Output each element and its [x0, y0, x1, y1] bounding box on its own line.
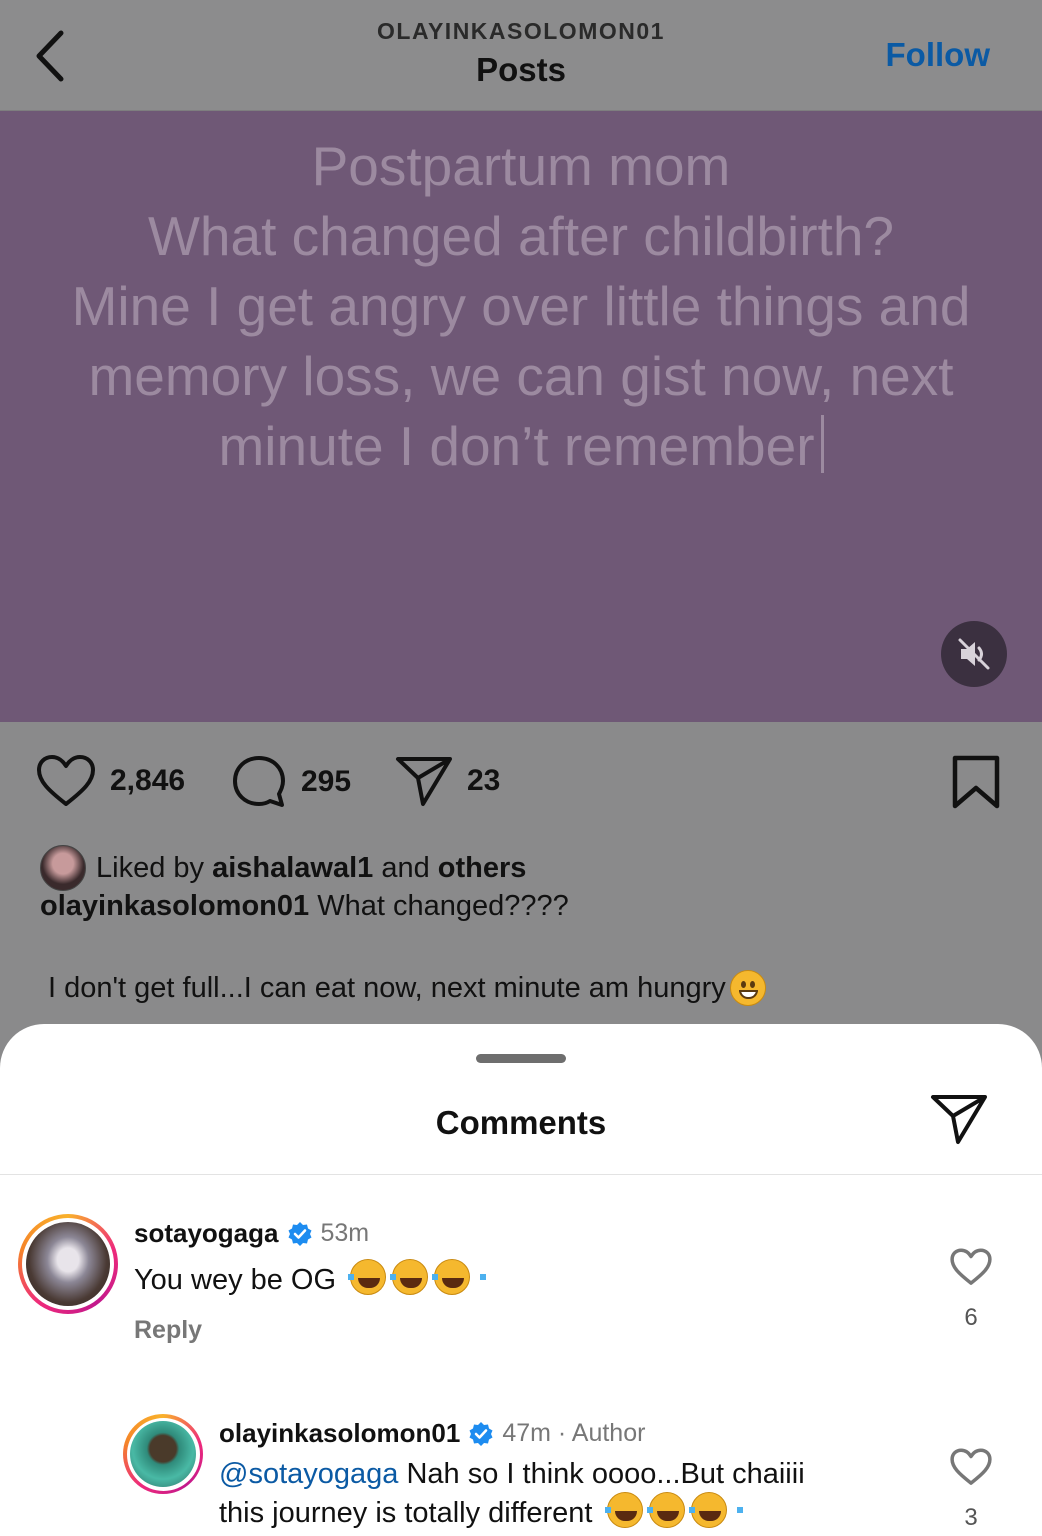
paper-plane-icon [931, 1095, 987, 1144]
liked-by-prefix: Liked by [96, 851, 213, 884]
comment-like-button[interactable]: 6 [950, 1248, 992, 1332]
like-count: 2,846 [110, 764, 186, 797]
caption: olayinkasolomon01 What changed???? [40, 890, 569, 923]
caption-line2: I don't get full...I can eat now, next m… [48, 970, 766, 1006]
comment-text: @sotayogaga Nah so I think oooo...But ch… [219, 1457, 805, 1531]
laughing-emoji-icon [390, 1259, 445, 1295]
media-line: minute I don’t remember [218, 415, 815, 477]
follow-button[interactable]: Follow [886, 36, 990, 74]
laughing-emoji-icon [688, 1492, 743, 1528]
laughing-emoji-icon [646, 1492, 701, 1528]
comment-header: sotayogaga 53m [134, 1218, 470, 1249]
laughing-emoji-icon [348, 1259, 403, 1295]
caption-text: What changed???? [309, 890, 569, 922]
comments-sheet: Comments sotayogaga 53m You wey be OG Re… [0, 1024, 1042, 1536]
comment-count: 295 [301, 765, 352, 798]
media-line-last: minute I don’t remember [20, 411, 1022, 481]
heart-icon [950, 1248, 992, 1285]
laughing-emoji-icon [432, 1259, 487, 1295]
top-bar: OLAYINKASOLOMON01 Posts Follow [0, 0, 1042, 111]
bookmark-icon [952, 755, 1000, 809]
paper-plane-icon [396, 757, 452, 806]
comment-body: You wey be OG [134, 1264, 337, 1296]
comments-title: Comments [435, 1104, 607, 1141]
liked-by-middle: and [373, 851, 438, 884]
heart-icon [950, 1448, 992, 1485]
heart-icon [37, 755, 95, 806]
share-comments-button[interactable] [930, 1092, 988, 1151]
media-text: Postpartum mom What changed after childb… [20, 131, 1022, 481]
comment-like-count: 6 [964, 1304, 978, 1331]
divider [0, 1174, 1042, 1175]
media-line: memory loss, we can gist now, next [88, 345, 954, 407]
grinning-emoji-icon [729, 970, 766, 1006]
comment-body: Nah so I think oooo...But chaiiii [398, 1458, 805, 1490]
avatar [40, 845, 86, 891]
action-bar: 2,846 295 23 [0, 722, 1042, 842]
verified-badge-icon [288, 1221, 311, 1246]
comment-time: 47m · Author [502, 1419, 646, 1447]
speaker-muted-icon [958, 638, 990, 670]
media-line: Mine I get angry over little things and [71, 275, 971, 337]
comment-like-count: 3 [964, 1504, 978, 1531]
comment-username[interactable]: sotayogaga [134, 1218, 279, 1249]
comment-like-button[interactable]: 3 [950, 1448, 992, 1532]
laughing-emoji-icon [604, 1492, 659, 1528]
text-caret [820, 415, 824, 473]
share-count: 23 [467, 764, 501, 797]
comment-username[interactable]: olayinkasolomon01 [219, 1418, 460, 1449]
avatar[interactable] [18, 1214, 118, 1314]
comment-bubble-icon [233, 756, 285, 807]
comment-button[interactable]: 295 [231, 754, 351, 810]
save-button[interactable] [950, 754, 1002, 810]
liked-by[interactable]: Liked by aishalawal1 and others [40, 845, 526, 891]
comment-body: this journey is totally different [219, 1497, 593, 1529]
drag-handle[interactable] [476, 1054, 566, 1063]
post-media[interactable]: Postpartum mom What changed after childb… [0, 111, 1042, 722]
media-line: Postpartum mom [311, 135, 731, 197]
verified-badge-icon [469, 1421, 493, 1446]
caption-text-2: I don't get full...I can eat now, next m… [48, 971, 726, 1004]
comment-header: olayinkasolomon01 47m · Author [219, 1418, 805, 1449]
comment-time: 53m [320, 1219, 370, 1247]
liked-by-others[interactable]: others [438, 852, 527, 885]
share-button[interactable]: 23 [395, 754, 500, 808]
comment-text: You wey be OG [134, 1259, 487, 1298]
caption-user[interactable]: olayinkasolomon01 [40, 890, 309, 922]
mute-button[interactable] [941, 621, 1007, 687]
like-button[interactable]: 2,846 [36, 754, 185, 808]
mention-link[interactable]: @sotayogaga [219, 1458, 398, 1490]
media-line: What changed after childbirth? [148, 205, 894, 267]
avatar[interactable] [123, 1414, 203, 1494]
liked-by-user[interactable]: aishalawal1 [212, 852, 373, 885]
comment-reply-item: olayinkasolomon01 47m · Author @sotayoga… [123, 1414, 1028, 1536]
comment-item: sotayogaga 53m You wey be OG Reply 6 [18, 1214, 1028, 1374]
reply-button[interactable]: Reply [134, 1316, 470, 1345]
